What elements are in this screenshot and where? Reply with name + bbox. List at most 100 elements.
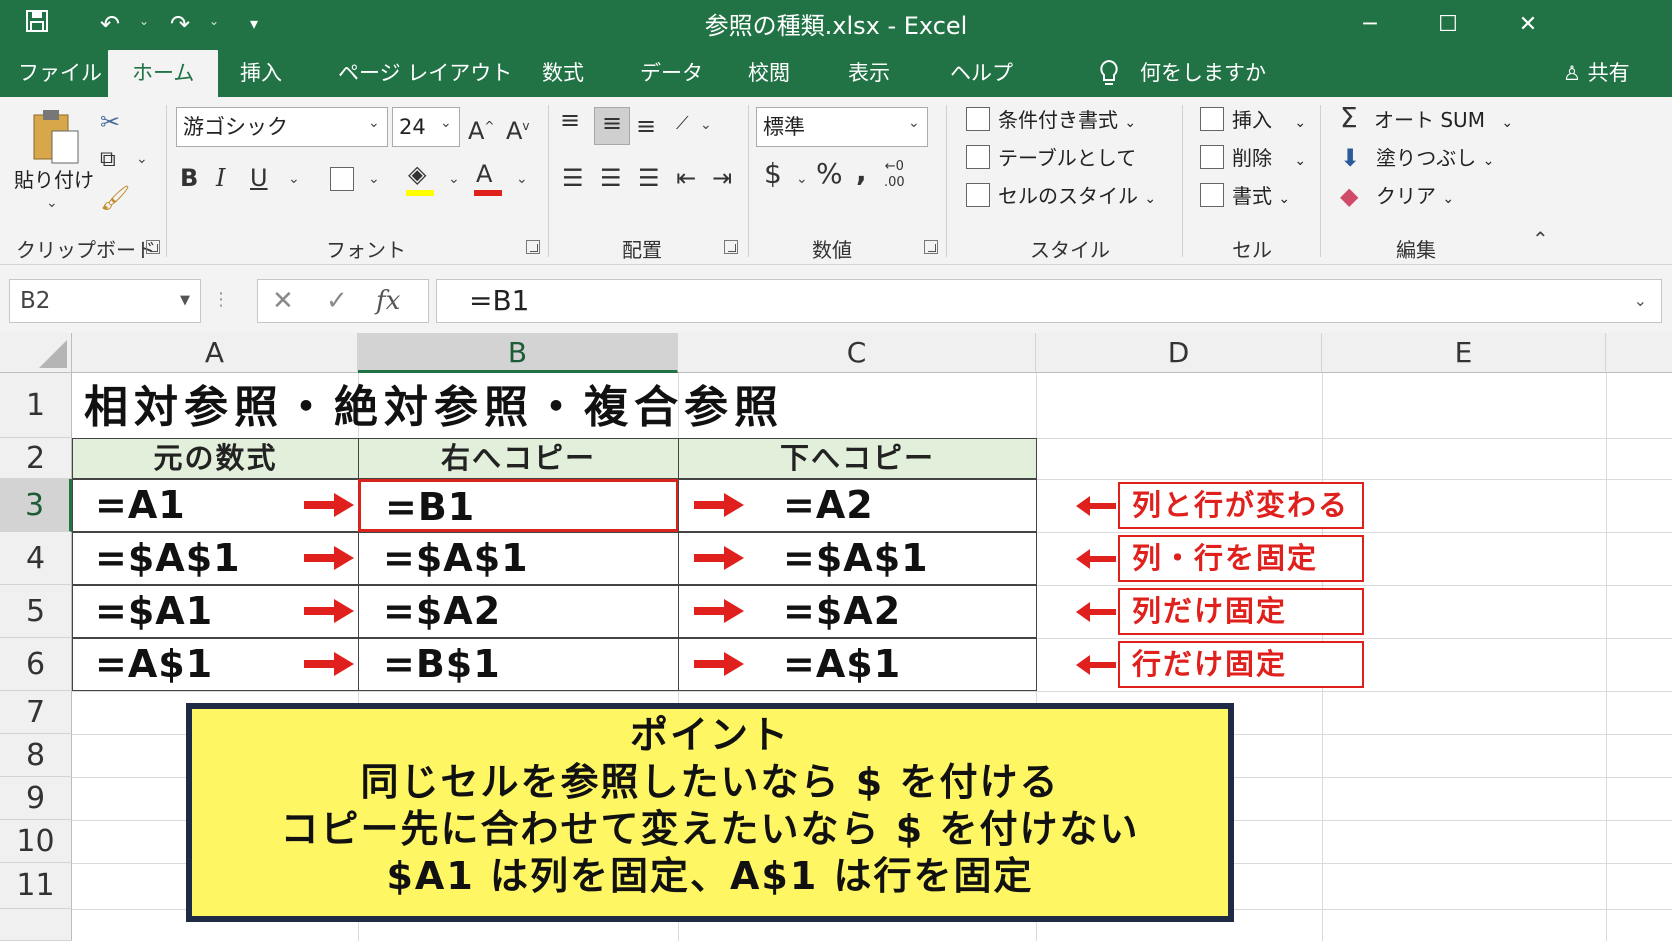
currency-dropdown-icon[interactable]: ⌄ <box>796 171 808 187</box>
tab-insert[interactable]: 挿入 <box>240 50 282 97</box>
format-as-table-button[interactable]: テーブルとして <box>998 145 1136 171</box>
currency-button[interactable]: $ <box>764 159 782 189</box>
decrease-indent-icon[interactable]: ⇤ <box>676 163 696 193</box>
paste-dropdown-icon[interactable]: ⌄ <box>46 195 58 211</box>
cell-b3-active[interactable]: =B1 <box>358 479 679 532</box>
number-launcher-icon[interactable] <box>924 240 938 254</box>
format-painter-icon[interactable]: 🖌 <box>100 183 130 213</box>
decimal-icons[interactable]: ←0.00 <box>884 159 905 191</box>
close-button[interactable]: ✕ <box>1498 6 1558 44</box>
underline-button[interactable]: U <box>250 163 268 193</box>
format-cells-button[interactable]: 書式 ⌄ <box>1232 183 1290 212</box>
header-cell-copy-right[interactable]: 右へコピー <box>358 438 679 479</box>
align-right-icon[interactable]: ☰ <box>638 163 660 193</box>
font-name-select[interactable]: 游ゴシック <box>176 107 388 147</box>
borders-icon[interactable] <box>330 167 354 191</box>
font-launcher-icon[interactable] <box>526 240 540 254</box>
align-top-icon[interactable]: ≡ <box>560 105 580 135</box>
fill-color-dropdown-icon[interactable]: ⌄ <box>448 171 460 187</box>
alignment-launcher-icon[interactable] <box>724 240 738 254</box>
tab-view[interactable]: 表示 <box>848 50 890 97</box>
font-color-dropdown-icon[interactable]: ⌄ <box>516 171 528 187</box>
insert-cells-button[interactable]: 挿入 ⌄ <box>1232 107 1306 136</box>
autosum-button[interactable]: オート SUM ⌄ <box>1374 107 1513 136</box>
borders-dropdown-icon[interactable]: ⌄ <box>368 171 380 187</box>
header-cell-original[interactable]: 元の数式 <box>72 438 359 479</box>
font-size-dropdown-icon[interactable]: ⌄ <box>440 115 452 131</box>
italic-button[interactable]: I <box>216 163 225 193</box>
tab-file[interactable]: ファイル <box>18 50 102 97</box>
column-header-a[interactable]: A <box>72 333 358 373</box>
font-name-dropdown-icon[interactable]: ⌄ <box>368 115 380 131</box>
formula-input[interactable]: =B1 ⌄ <box>436 279 1662 323</box>
tab-page-layout[interactable]: ページ レイアウト <box>338 50 512 97</box>
row-header-2[interactable]: 2 <box>0 438 72 479</box>
splitter-handle-icon[interactable]: ⋮ <box>212 289 230 310</box>
minimize-button[interactable]: ─ <box>1340 6 1400 44</box>
cell-b4[interactable]: =$A$1 <box>358 532 679 585</box>
paste-button[interactable]: 貼り付け <box>14 167 94 193</box>
bold-button[interactable]: B <box>180 163 198 193</box>
underline-dropdown-icon[interactable]: ⌄ <box>288 171 300 187</box>
row-header-10[interactable]: 10 <box>0 820 72 863</box>
cancel-icon[interactable]: ✕ <box>272 286 294 316</box>
row-header-3[interactable]: 3 <box>0 479 72 532</box>
row-header-5[interactable]: 5 <box>0 585 72 638</box>
tab-formulas[interactable]: 数式 <box>542 50 584 97</box>
font-color-icon[interactable]: A <box>476 159 492 189</box>
clipboard-launcher-icon[interactable] <box>146 240 160 254</box>
tab-data[interactable]: データ <box>640 50 703 97</box>
number-format-select[interactable]: 標準 <box>756 107 928 147</box>
number-format-dropdown-icon[interactable]: ⌄ <box>908 115 920 131</box>
comma-button[interactable]: , <box>856 157 867 187</box>
copy-icon[interactable]: ⧉ <box>100 145 116 175</box>
insert-function-icon[interactable]: fx <box>376 286 400 316</box>
grow-font-icon[interactable]: A^ <box>468 111 494 146</box>
column-header-d[interactable]: D <box>1036 333 1322 373</box>
tab-home[interactable]: ホーム <box>108 50 219 97</box>
enter-icon[interactable]: ✓ <box>326 286 348 316</box>
copy-dropdown-icon[interactable]: ⌄ <box>136 151 148 167</box>
row-header-1[interactable]: 1 <box>0 373 72 438</box>
collapse-ribbon-icon[interactable]: ⌃ <box>1532 227 1549 251</box>
row-header-11[interactable]: 11 <box>0 863 72 909</box>
row-header-4[interactable]: 4 <box>0 532 72 585</box>
name-box[interactable]: B2 ▼ <box>9 279 201 323</box>
conditional-format-button[interactable]: 条件付き書式 ⌄ <box>998 107 1136 136</box>
cell-b6[interactable]: =B$1 <box>358 638 679 691</box>
row-header-8[interactable]: 8 <box>0 734 72 777</box>
align-middle-icon[interactable]: ≡ <box>594 107 630 145</box>
column-header-c[interactable]: C <box>678 333 1036 373</box>
row-header-6[interactable]: 6 <box>0 638 72 691</box>
fill-color-icon[interactable]: ◈ <box>408 159 426 189</box>
align-bottom-icon[interactable]: ≡ <box>636 111 656 141</box>
format-as-table-icon <box>966 145 990 169</box>
delete-cells-button[interactable]: 削除 ⌄ <box>1232 145 1306 174</box>
shrink-font-icon[interactable]: Av <box>506 111 530 146</box>
clear-button[interactable]: クリア ⌄ <box>1376 183 1454 212</box>
cell-styles-button[interactable]: セルのスタイル ⌄ <box>998 183 1156 212</box>
maximize-button[interactable]: ☐ <box>1418 6 1478 44</box>
share-button[interactable]: ♙ 共有 <box>1563 50 1630 97</box>
row-header-7[interactable]: 7 <box>0 691 72 734</box>
orientation-dropdown-icon[interactable]: ⌄ <box>700 117 712 133</box>
expand-formula-icon[interactable]: ⌄ <box>1634 280 1647 322</box>
column-header-e[interactable]: E <box>1322 333 1606 373</box>
tab-help[interactable]: ヘルプ <box>950 50 1013 97</box>
tell-me-search[interactable]: 何をしますか <box>1140 50 1266 97</box>
increase-indent-icon[interactable]: ⇥ <box>712 163 732 193</box>
name-box-dropdown-icon[interactable]: ▼ <box>180 280 190 322</box>
row-header-9[interactable]: 9 <box>0 777 72 820</box>
percent-button[interactable]: % <box>816 159 843 189</box>
tab-review[interactable]: 校閲 <box>748 50 790 97</box>
column-header-b[interactable]: B <box>358 333 678 373</box>
orientation-icon[interactable]: ⟋ <box>676 109 689 139</box>
select-all-corner[interactable] <box>0 333 72 373</box>
align-left-icon[interactable]: ☰ <box>562 163 584 193</box>
fill-button[interactable]: 塗りつぶし ⌄ <box>1376 145 1494 174</box>
header-cell-copy-down[interactable]: 下へコピー <box>678 438 1037 479</box>
cell-b5[interactable]: =$A2 <box>358 585 679 638</box>
align-center-icon[interactable]: ☰ <box>600 163 622 193</box>
cut-icon[interactable]: ✂ <box>100 107 120 137</box>
paste-icon[interactable] <box>30 107 82 167</box>
